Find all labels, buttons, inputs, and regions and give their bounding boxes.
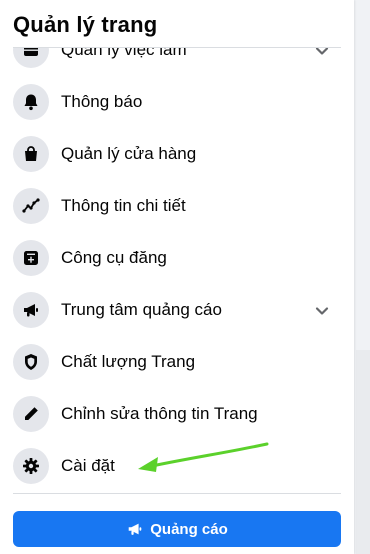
manage-page-menu: Quản lý việc làm Thông báo Quản lý cửa h… <box>0 24 354 492</box>
shopping-bag-icon <box>13 136 49 172</box>
menu-item-label: Quản lý cửa hàng <box>61 144 197 163</box>
menu-item-ad-center[interactable]: Trung tâm quảng cáo <box>0 284 354 336</box>
megaphone-icon <box>128 523 142 535</box>
menu-item-notifications[interactable]: Thông báo <box>0 76 354 128</box>
megaphone-icon <box>13 292 49 328</box>
header-divider <box>13 47 341 48</box>
pencil-icon <box>13 396 49 432</box>
menu-item-label: Chất lượng Trang <box>61 352 196 371</box>
promote-button-label: Quảng cáo <box>150 520 228 538</box>
scrollbar-track[interactable] <box>356 350 370 554</box>
footer-divider <box>13 493 341 494</box>
menu-item-label: Thông báo <box>61 92 143 111</box>
menu-item-shop-management[interactable]: Quản lý cửa hàng <box>0 128 354 180</box>
menu-item-page-quality[interactable]: Chất lượng Trang <box>0 336 354 388</box>
menu-item-label: Công cụ đăng <box>61 248 167 267</box>
shield-icon <box>13 344 49 380</box>
insights-graph-icon <box>13 188 49 224</box>
menu-item-insights[interactable]: Thông tin chi tiết <box>0 180 354 232</box>
menu-item-publishing-tools[interactable]: Công cụ đăng <box>0 232 354 284</box>
gear-icon <box>13 448 49 484</box>
promote-button[interactable]: Quảng cáo <box>13 511 341 547</box>
menu-item-label: Trung tâm quảng cáo <box>61 300 222 319</box>
menu-item-label: Cài đặt <box>61 456 115 475</box>
menu-item-label: Thông tin chi tiết <box>61 196 186 215</box>
chevron-down-icon[interactable] <box>312 301 332 321</box>
page-title: Quản lý trang <box>13 12 158 37</box>
bell-icon <box>13 84 49 120</box>
manage-page-sidebar: Quản lý việc làm Thông báo Quản lý cửa h… <box>0 0 354 554</box>
menu-item-edit-page-info[interactable]: Chỉnh sửa thông tin Trang <box>0 388 354 440</box>
menu-item-label: Chỉnh sửa thông tin Trang <box>61 404 258 423</box>
annotation-arrow-icon <box>138 442 269 472</box>
panel-header: Quản lý trang <box>0 0 354 48</box>
publishing-tools-icon <box>13 240 49 276</box>
